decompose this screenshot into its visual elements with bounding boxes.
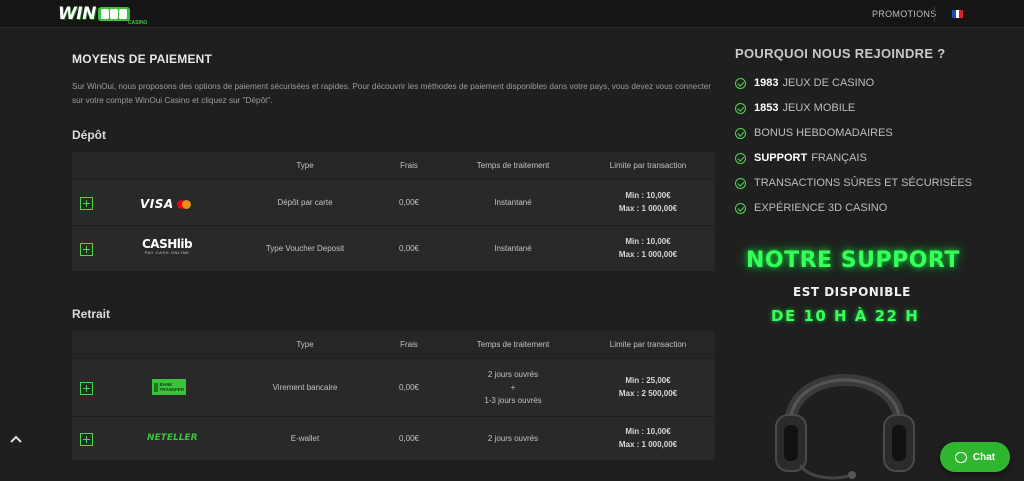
check-circle-icon xyxy=(735,127,746,139)
withdrawal-table: Type Frais Temps de traitement Limite pa… xyxy=(72,331,715,460)
table-header: Type Frais Temps de traitement Limite pa… xyxy=(72,152,715,179)
why-item: BONUS HEBDOMADAIRES xyxy=(735,125,893,141)
promotions-link[interactable]: PROMOTIONS xyxy=(872,9,937,19)
column-type: Type xyxy=(296,340,314,349)
site-logo[interactable]: WIN CASINO xyxy=(58,2,147,26)
neteller-logo: NETELLER xyxy=(147,433,198,443)
french-flag-icon[interactable] xyxy=(952,10,964,18)
check-circle-icon xyxy=(735,102,746,114)
payment-type: Virement bancaire xyxy=(272,383,338,392)
limit-max: Max : 2 500,00€ xyxy=(618,389,678,398)
limit-min: Min : 10,00€ xyxy=(625,427,671,436)
why-item: SUPPORT FRANÇAIS xyxy=(735,150,867,166)
column-processing: Temps de traitement xyxy=(476,340,550,349)
why-item: TRANSACTIONS SÛRES ET SÉCURISÉES xyxy=(735,175,972,191)
check-circle-icon xyxy=(735,177,746,189)
column-fees: Frais xyxy=(400,340,418,349)
top-bar: WIN CASINO PROMOTIONS xyxy=(0,0,1024,28)
check-circle-icon xyxy=(735,152,746,164)
payment-type: E-wallet xyxy=(290,434,320,443)
chat-bubble-icon xyxy=(954,451,967,463)
payment-fees: 0,00€ xyxy=(398,244,420,253)
header-divider xyxy=(934,6,935,22)
why-item: 1983 JEUX DE CASINO xyxy=(735,75,874,91)
limit-max: Max : 1 000,00€ xyxy=(618,204,678,213)
scroll-top-chevron-icon[interactable] xyxy=(9,434,23,444)
cashlib-logo: CASHlib PAY CASH ONLINE xyxy=(142,237,193,255)
column-fees: Frais xyxy=(400,161,418,170)
check-circle-icon xyxy=(735,77,746,89)
limit-min: Min : 10,00€ xyxy=(625,237,671,246)
visa-mastercard-logo: VISA xyxy=(140,197,191,211)
column-type: Type xyxy=(296,161,314,170)
expand-plus-icon[interactable] xyxy=(80,243,93,256)
logo-slot-icon xyxy=(97,7,130,21)
logo-text: WIN xyxy=(58,4,96,24)
table-row[interactable]: BANK TRANSFER Virement bancaire 0,00€ 2 … xyxy=(72,358,715,416)
limit-min: Min : 25,00€ xyxy=(625,376,671,385)
column-limit: Limite par transaction xyxy=(609,340,687,349)
payment-fees: 0,00€ xyxy=(398,434,420,443)
why-item: 1853 JEUX MOBILE xyxy=(735,100,855,116)
why-join-title: POURQUOI NOUS REJOINDRE ? xyxy=(735,46,946,61)
deposit-title: Dépôt xyxy=(72,128,106,142)
limit-min: Min : 10,00€ xyxy=(625,191,671,200)
chat-button[interactable]: Chat xyxy=(940,442,1010,472)
support-subtitle: EST DISPONIBLE xyxy=(793,285,911,299)
withdrawal-title: Retrait xyxy=(72,307,111,321)
column-processing: Temps de traitement xyxy=(476,161,550,170)
payment-type: Type Voucher Deposit xyxy=(265,244,345,253)
payment-fees: 0,00€ xyxy=(398,383,420,392)
payment-type: Dépôt par carte xyxy=(277,198,333,207)
processing-time: Instantané xyxy=(494,198,532,207)
support-title: NOTRE SUPPORT xyxy=(746,248,960,273)
table-header: Type Frais Temps de traitement Limite pa… xyxy=(72,331,715,358)
processing-time-extra: 1-3 jours ouvrés xyxy=(484,396,542,405)
support-hours: DE 10 H À 22 H xyxy=(771,307,920,325)
payment-methods-title: MOYENS DE PAIEMENT xyxy=(72,52,213,66)
expand-plus-icon[interactable] xyxy=(80,197,93,210)
headset-icon xyxy=(775,374,915,480)
logo-subtext: CASINO xyxy=(128,20,148,26)
limit-max: Max : 1 000,00€ xyxy=(618,250,678,259)
expand-plus-icon[interactable] xyxy=(80,382,93,395)
limit-max: Max : 1 000,00€ xyxy=(618,440,678,449)
column-limit: Limite par transaction xyxy=(609,161,687,170)
processing-time: Instantané xyxy=(494,244,532,253)
check-circle-icon xyxy=(735,202,746,214)
payment-intro-text: Sur WinOui, nous proposons des options d… xyxy=(72,82,711,105)
chat-label: Chat xyxy=(972,451,996,463)
bank-transfer-logo: BANK TRANSFER xyxy=(152,379,186,395)
deposit-table: Type Frais Temps de traitement Limite pa… xyxy=(72,152,715,271)
processing-time: 2 jours ouvrés xyxy=(487,370,539,379)
processing-plus: + xyxy=(510,383,516,392)
expand-plus-icon[interactable] xyxy=(80,433,93,446)
processing-time: 2 jours ouvrés xyxy=(487,434,539,443)
why-item: EXPÉRIENCE 3D CASINO xyxy=(735,200,887,216)
payment-fees: 0,00€ xyxy=(398,198,420,207)
table-row[interactable]: CASHlib PAY CASH ONLINE Type Voucher Dep… xyxy=(72,225,715,271)
table-row[interactable]: NETELLER E-wallet 0,00€ 2 jours ouvrés M… xyxy=(72,416,715,460)
table-row[interactable]: VISA Dépôt par carte 0,00€ Instantané Mi… xyxy=(72,179,715,225)
